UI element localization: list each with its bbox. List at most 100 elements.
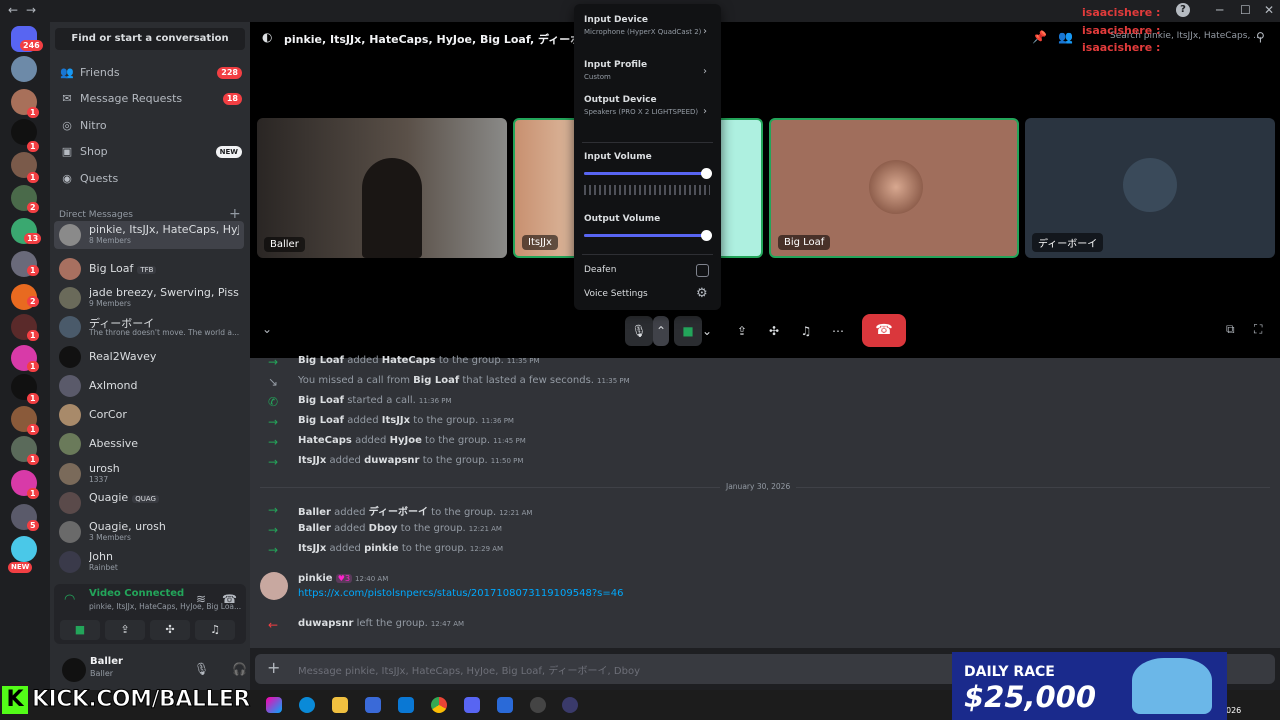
mute-button[interactable]: 🎙: [625, 316, 653, 346]
mail-icon[interactable]: [398, 697, 414, 713]
back-arrow-icon[interactable]: ←: [8, 3, 18, 17]
server-icon[interactable]: [11, 536, 37, 562]
folder-icon[interactable]: [332, 697, 348, 713]
obs-icon[interactable]: [530, 697, 546, 713]
avatar[interactable]: [260, 572, 288, 600]
slider-knob[interactable]: [701, 168, 713, 179]
more-icon[interactable]: ⋯: [824, 316, 852, 346]
screenshare-button[interactable]: ⇪: [728, 316, 756, 346]
gear-icon[interactable]: ⚙: [696, 286, 708, 301]
author[interactable]: Big Loaf: [298, 415, 344, 426]
disconnect-button[interactable]: ☎: [862, 314, 906, 347]
dm-item[interactable]: Axlmond: [54, 372, 244, 400]
input-device-item[interactable]: Input Device Microphone (HyperX QuadCast…: [584, 15, 714, 37]
close-button[interactable]: ✕: [1264, 3, 1274, 17]
target[interactable]: duwapsnr: [364, 455, 419, 466]
author[interactable]: Baller: [298, 507, 331, 518]
nav-quests[interactable]: ◉ Quests: [60, 168, 246, 190]
chrome-icon[interactable]: [431, 697, 447, 713]
forward-arrow-icon[interactable]: →: [26, 3, 36, 17]
chevron-up-icon[interactable]: ⌃: [653, 316, 669, 346]
dm-item[interactable]: urosh 1337: [54, 460, 244, 488]
dm-item[interactable]: Big Loaf TFB: [54, 255, 244, 283]
soundboard-button[interactable]: ♫: [792, 316, 820, 346]
output-device-item[interactable]: Output Device Speakers (PRO X 2 LIGHTSPE…: [584, 95, 714, 117]
headphones-icon[interactable]: 🎧: [232, 662, 247, 676]
nav-message-requests[interactable]: ✉ Message Requests 18: [60, 88, 246, 110]
target[interactable]: HyJoe: [390, 435, 422, 446]
dm-item[interactable]: ディーボーイ The throne doesn't move. The world…: [54, 313, 244, 341]
video-tile[interactable]: ディーボーイ: [1025, 118, 1275, 258]
chevron-down-icon[interactable]: ⌄: [262, 322, 272, 336]
pin-icon[interactable]: 📌: [1032, 30, 1047, 44]
input-profile-item[interactable]: Input Profile Custom: [584, 60, 714, 82]
author[interactable]: pinkie: [298, 573, 333, 584]
server-icon[interactable]: [11, 56, 37, 82]
avatar[interactable]: [62, 658, 86, 682]
dm-item[interactable]: Quagie, urosh 3 Members: [54, 518, 244, 546]
maximize-button[interactable]: ☐: [1240, 3, 1251, 17]
store-icon[interactable]: [365, 697, 381, 713]
target[interactable]: ItsJJx: [382, 415, 410, 426]
popout-icon[interactable]: ⧉: [1226, 322, 1235, 337]
find-conversation-button[interactable]: Find or start a conversation: [55, 28, 245, 50]
author[interactable]: HateCaps: [298, 435, 352, 446]
nav-nitro[interactable]: ◎ Nitro: [60, 115, 246, 137]
fullscreen-icon[interactable]: ⛶: [1254, 322, 1262, 337]
chevron-down-icon[interactable]: ⌄: [700, 316, 714, 346]
edge-icon[interactable]: [299, 697, 315, 713]
target[interactable]: ディーボーイ: [369, 507, 428, 518]
target[interactable]: pinkie: [364, 543, 399, 554]
message-link[interactable]: https://x.com/pistolsnpercs/status/20171…: [298, 588, 623, 606]
author[interactable]: Big Loaf: [298, 395, 344, 406]
camera-button[interactable]: ■: [60, 620, 100, 640]
target[interactable]: Dboy: [369, 523, 398, 534]
dm-item[interactable]: pinkie, ItsJJx, HateCaps, HyJo...8 Membe…: [54, 221, 244, 249]
target[interactable]: HateCaps: [382, 355, 436, 366]
output-volume-slider[interactable]: [584, 230, 713, 241]
dm-item[interactable]: John Rainbet: [54, 548, 244, 576]
add-attachment-icon[interactable]: +: [267, 658, 280, 677]
input-volume-slider[interactable]: [584, 168, 713, 179]
search-icon[interactable]: ⚲: [1256, 30, 1265, 44]
camera-button[interactable]: ■: [674, 316, 702, 346]
voice-settings-item[interactable]: Voice Settings: [584, 289, 714, 299]
author[interactable]: duwapsnr: [298, 618, 353, 629]
noise-suppression-icon[interactable]: ≋: [196, 592, 206, 606]
dm-item[interactable]: CorCor: [54, 401, 244, 429]
add-friends-icon[interactable]: 👥: [1058, 30, 1073, 44]
video-tile[interactable]: Big Loaf: [769, 118, 1019, 258]
author[interactable]: ItsJJx: [298, 455, 326, 466]
app-icon[interactable]: [562, 697, 578, 713]
discord-icon[interactable]: [464, 697, 480, 713]
nav-friends[interactable]: 👥 Friends 228: [60, 62, 246, 84]
dm-item[interactable]: Real2Wavey: [54, 343, 244, 371]
deafen-checkbox[interactable]: [696, 264, 709, 277]
chevron-right-icon[interactable]: ›: [703, 66, 707, 77]
create-dm-icon[interactable]: +: [229, 206, 241, 222]
author[interactable]: ItsJJx: [298, 543, 326, 554]
voice-status[interactable]: Video Connected: [89, 588, 184, 599]
chevron-right-icon[interactable]: ›: [703, 26, 707, 37]
message-input[interactable]: Message pinkie, ItsJJx, HateCaps, HyJoe,…: [298, 662, 640, 677]
dm-item[interactable]: Abessive: [54, 430, 244, 458]
soundboard-button[interactable]: ♫: [195, 620, 235, 640]
help-icon[interactable]: ?: [1176, 3, 1190, 17]
disconnect-icon[interactable]: ☎: [222, 592, 237, 606]
author[interactable]: Baller: [298, 523, 331, 534]
activities-button[interactable]: ✣: [150, 620, 190, 640]
minimize-button[interactable]: ─: [1216, 3, 1223, 17]
copilot-icon[interactable]: [266, 697, 282, 713]
activities-button[interactable]: ✣: [760, 316, 788, 346]
target[interactable]: Big Loaf: [413, 375, 459, 386]
video-tile[interactable]: Baller: [257, 118, 507, 258]
app-icon[interactable]: [497, 697, 513, 713]
author[interactable]: Big Loaf: [298, 355, 344, 366]
dm-item[interactable]: jade breezy, Swerving, Pissy pa...9 Memb…: [54, 284, 244, 312]
chevron-right-icon[interactable]: ›: [703, 106, 707, 117]
microphone-icon[interactable]: 🎙: [194, 662, 209, 676]
nav-shop[interactable]: ▣ Shop NEW: [60, 141, 246, 163]
dm-item[interactable]: Quagie QUAG: [54, 489, 244, 517]
slider-knob[interactable]: [701, 230, 713, 241]
screenshare-button[interactable]: ⇪: [105, 620, 145, 640]
